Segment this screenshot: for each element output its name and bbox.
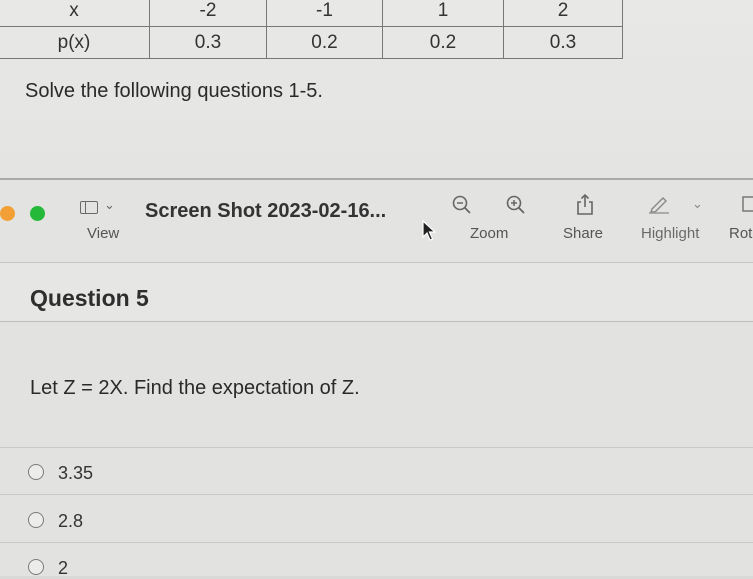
table-cell: 0.3: [503, 26, 623, 59]
divider: [0, 494, 753, 495]
table-cell: 1: [382, 0, 504, 27]
highlight-label: Highlight: [641, 225, 700, 242]
rotate-icon[interactable]: [741, 194, 753, 214]
zoom-in-icon[interactable]: [505, 194, 527, 216]
table-cell: 0.3: [149, 26, 267, 59]
table-header-px: p(x): [0, 26, 150, 59]
chevron-down-icon[interactable]: ⌄: [692, 196, 703, 212]
document-area: x -2 -1 1 2 p(x) 0.3 0.2 0.2 0.3 Solve t…: [0, 0, 753, 180]
answer-label: 3.35: [58, 463, 94, 483]
zoom-out-icon[interactable]: [451, 194, 473, 216]
table-cell: 0.2: [266, 26, 383, 59]
answer-label: 2.8: [58, 511, 84, 531]
share-label: Share: [563, 225, 604, 242]
fullscreen-button[interactable]: [30, 206, 45, 221]
share-icon[interactable]: [574, 193, 596, 217]
table-cell: 0.2: [382, 26, 504, 59]
table-row: x -2 -1 1 2: [0, 0, 623, 27]
table-header-x: x: [0, 0, 150, 27]
table-cell: -1: [266, 0, 383, 27]
radio-button[interactable]: [28, 559, 44, 575]
table-cell: 2: [503, 0, 623, 27]
question-title: Question 5: [30, 285, 149, 311]
view-button[interactable]: ⌄ View: [80, 196, 136, 248]
radio-button[interactable]: [28, 464, 44, 480]
mouse-cursor-icon: [422, 220, 437, 241]
table-cell: -2: [149, 0, 267, 27]
divider: [0, 542, 753, 543]
sidebar-icon: [80, 201, 98, 214]
question-text: Let Z = 2X. Find the expectation of Z.: [30, 377, 360, 399]
distribution-table: x -2 -1 1 2 p(x) 0.3 0.2 0.2 0.3: [0, 0, 623, 59]
view-label: View: [87, 225, 120, 242]
divider: [0, 447, 753, 448]
minimize-button[interactable]: [0, 206, 15, 221]
question-body: [0, 322, 753, 576]
table-row: p(x) 0.3 0.2 0.2 0.3: [0, 26, 623, 59]
radio-button[interactable]: [28, 512, 44, 528]
rotate-label: Rot: [729, 225, 753, 242]
chevron-down-icon: ⌄: [104, 197, 115, 212]
window-title: Screen Shot 2023-02-16...: [145, 200, 387, 222]
instructions-text: Solve the following questions 1-5.: [25, 80, 323, 102]
zoom-label: Zoom: [470, 225, 509, 242]
highlight-pen-icon[interactable]: [647, 194, 671, 214]
